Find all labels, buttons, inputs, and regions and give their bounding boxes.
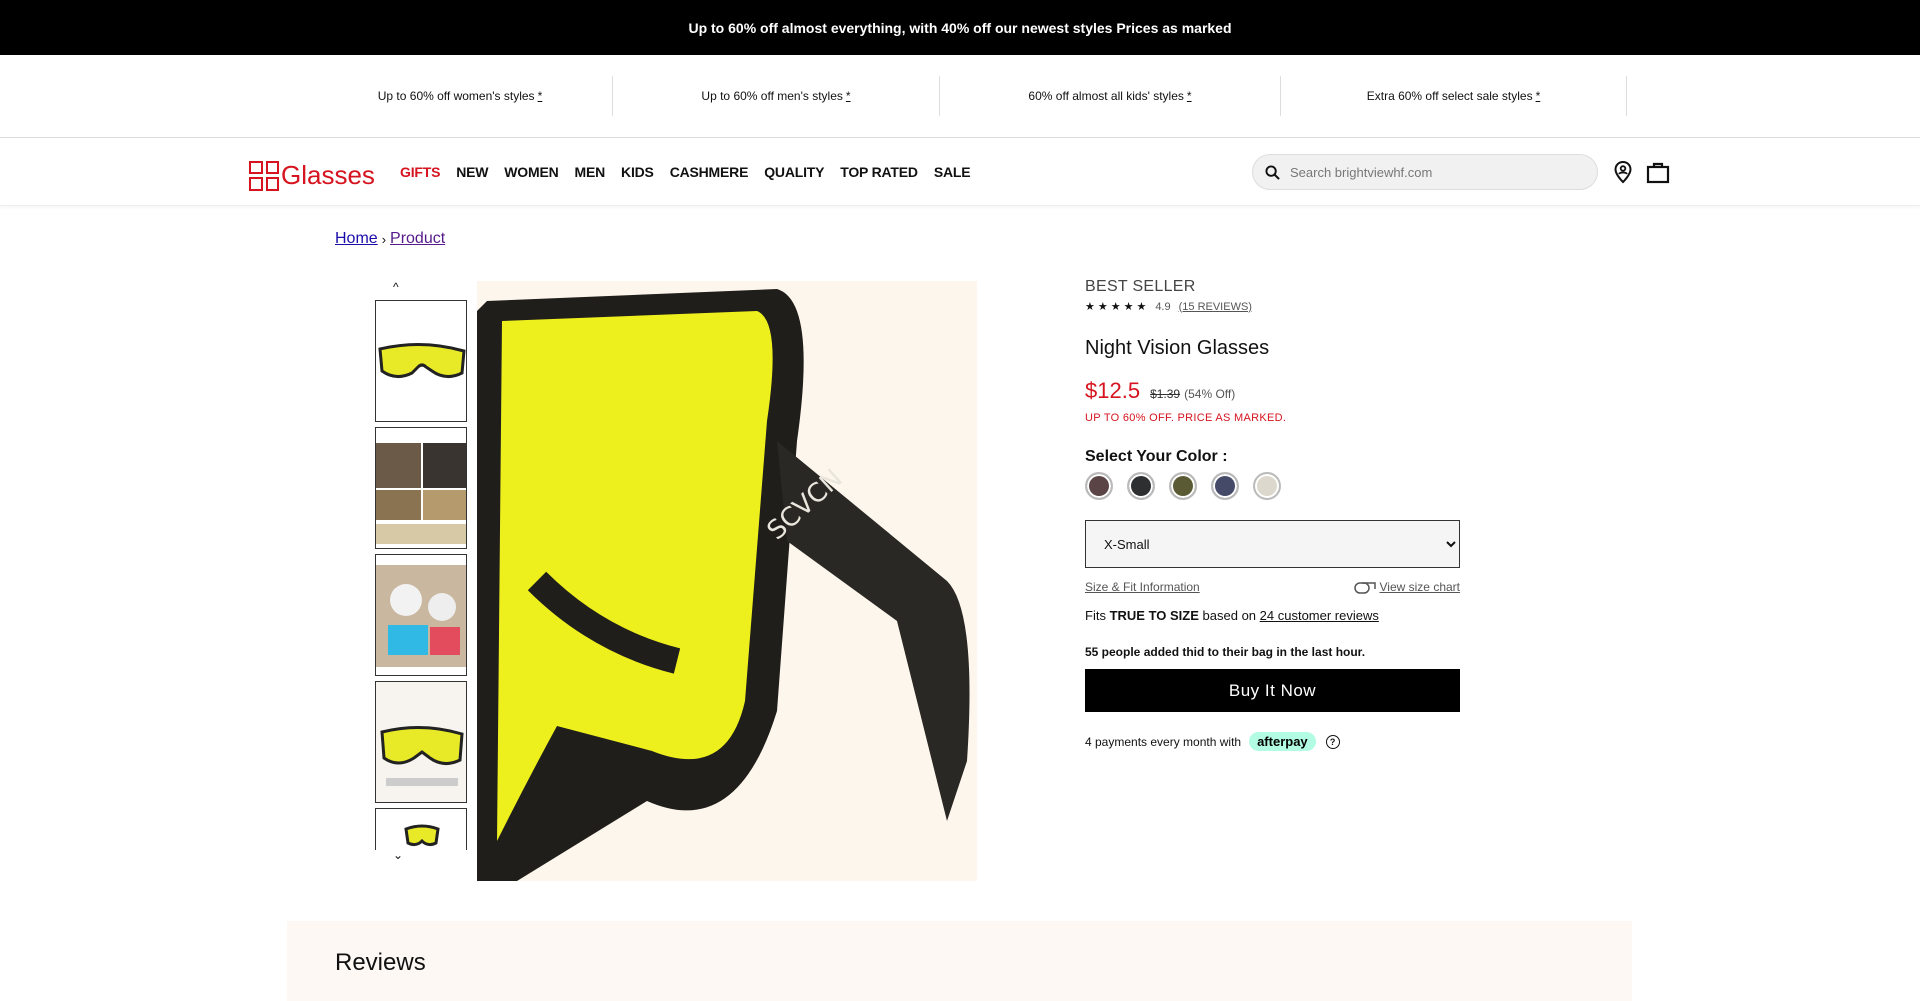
thumbnail-4[interactable] — [375, 681, 467, 803]
size-select[interactable]: X-Small — [1085, 520, 1460, 568]
product-info: BEST SELLER ★★★★★ 4.9 (15 REVIEWS) Night… — [1085, 278, 1460, 751]
color-swatch-3[interactable] — [1169, 472, 1197, 500]
nav-men[interactable]: MEN — [575, 164, 606, 180]
search-input[interactable] — [1290, 164, 1570, 180]
breadcrumb: Home › Product — [335, 230, 445, 248]
logo-mark-icon — [249, 160, 279, 191]
sale-note: UP TO 60% OFF. PRICE AS MARKED. — [1085, 412, 1287, 424]
chevron-up-icon[interactable]: ^ — [393, 280, 399, 294]
promo-text: 60% off almost all kids' styles — [1028, 89, 1184, 103]
search-bar[interactable] — [1252, 154, 1598, 190]
color-swatch-5[interactable] — [1253, 472, 1281, 500]
product-title: Night Vision Glasses — [1085, 337, 1270, 359]
rating-value: 4.9 — [1155, 300, 1171, 313]
promo-text: Extra 60% off select sale styles — [1366, 89, 1533, 103]
promo-mark[interactable]: * — [846, 89, 851, 103]
size-fit-info-link[interactable]: Size & Fit Information — [1085, 580, 1200, 594]
help-icon[interactable]: ? — [1325, 734, 1340, 749]
top-banner: Up to 60% off almost everything, with 40… — [0, 0, 1920, 55]
star-rating-icon: ★★★★★ — [1085, 301, 1150, 313]
nav-quality[interactable]: QUALITY — [764, 164, 824, 180]
discount-percent: (54% Off) — [1184, 387, 1236, 401]
color-swatch-2[interactable] — [1127, 472, 1155, 500]
people-added-note: 55 people added thid to their bag in the… — [1085, 645, 1366, 659]
product-main-image[interactable]: SCVCN — [477, 281, 977, 881]
breadcrumb-separator: › — [381, 231, 387, 247]
bag-icon[interactable] — [1646, 160, 1670, 184]
nav-sale[interactable]: SALE — [934, 164, 971, 180]
size-chart-group: View size chart — [1353, 580, 1460, 594]
price-row: $12.5 $1.39 (54% Off) — [1085, 378, 1460, 404]
breadcrumb-product[interactable]: Product — [390, 230, 445, 248]
original-price: $1.39 — [1150, 387, 1181, 401]
location-icon[interactable] — [1611, 160, 1635, 184]
fit-summary: Fits TRUE TO SIZE based on 24 customer r… — [1085, 608, 1460, 623]
reviews-section: Reviews — [287, 921, 1632, 1001]
fit-true-to-size: TRUE TO SIZE — [1109, 608, 1199, 623]
promo-women[interactable]: Up to 60% off women's styles * — [308, 76, 613, 116]
color-swatches — [1085, 472, 1460, 500]
promo-mark[interactable]: * — [1536, 89, 1541, 103]
fit-links: Size & Fit Information View size chart — [1085, 580, 1460, 594]
thumbnail-2[interactable] — [375, 427, 467, 549]
fit-prefix: Fits — [1085, 608, 1106, 623]
reviews-title: Reviews — [335, 949, 426, 976]
sale-price: $12.5 — [1085, 378, 1141, 403]
promo-sale[interactable]: Extra 60% off select sale styles * — [1281, 76, 1627, 116]
color-swatch-4[interactable] — [1211, 472, 1239, 500]
main-nav: Glasses GIFTS NEW WOMEN MEN KIDS CASHMER… — [0, 138, 1920, 206]
color-swatch-1[interactable] — [1085, 472, 1113, 500]
thumbnail-list — [375, 300, 467, 850]
color-label: Select Your Color : — [1085, 448, 1228, 465]
logo-text: Glasses — [281, 160, 375, 190]
promo-mark[interactable]: * — [1187, 89, 1192, 103]
nav-menu: GIFTS NEW WOMEN MEN KIDS CASHMERE QUALIT… — [400, 164, 986, 180]
view-size-chart-link[interactable]: View size chart — [1380, 580, 1460, 594]
afterpay-badge[interactable]: afterpay — [1249, 732, 1316, 751]
fit-mid: based on — [1202, 608, 1257, 623]
thumbnail-5[interactable] — [375, 808, 467, 850]
buy-it-now-button[interactable]: Buy It Now — [1085, 669, 1460, 712]
rating-row: ★★★★★ 4.9 (15 REVIEWS) — [1085, 300, 1460, 314]
best-seller-badge: BEST SELLER — [1085, 278, 1196, 295]
banner-text: Up to 60% off almost everything, with 40… — [688, 19, 1232, 36]
promo-men[interactable]: Up to 60% off men's styles * — [613, 76, 940, 116]
tape-measure-icon — [1353, 582, 1376, 594]
promo-text: Up to 60% off women's styles — [377, 89, 535, 103]
nav-new[interactable]: NEW — [456, 164, 488, 180]
payment-text: 4 payments every month with — [1085, 734, 1242, 749]
promo-kids[interactable]: 60% off almost all kids' styles * — [940, 76, 1281, 116]
chevron-down-icon[interactable]: ⌄ — [393, 848, 403, 862]
promo-list: Up to 60% off women's styles * Up to 60% … — [308, 76, 1633, 116]
nav-women[interactable]: WOMEN — [504, 164, 558, 180]
reviews-link[interactable]: (15 REVIEWS) — [1179, 301, 1252, 313]
search-icon — [1265, 164, 1280, 180]
thumbnail-1[interactable] — [375, 300, 467, 422]
promo-row: Up to 60% off women's styles * Up to 60% … — [0, 55, 1920, 138]
nav-kids[interactable]: KIDS — [621, 164, 654, 180]
nav-gifts[interactable]: GIFTS — [400, 164, 440, 180]
promo-mark[interactable]: * — [538, 89, 543, 103]
fit-reviews-link[interactable]: 24 customer reviews — [1260, 608, 1379, 623]
logo[interactable]: Glasses — [249, 160, 375, 191]
payment-line: 4 payments every month with afterpay ? — [1085, 732, 1460, 751]
nav-cashmere[interactable]: CASHMERE — [670, 164, 749, 180]
thumbnail-3[interactable] — [375, 554, 467, 676]
promo-text: Up to 60% off men's styles — [701, 89, 843, 103]
nav-top-rated[interactable]: TOP RATED — [840, 164, 918, 180]
breadcrumb-home[interactable]: Home — [335, 230, 378, 248]
